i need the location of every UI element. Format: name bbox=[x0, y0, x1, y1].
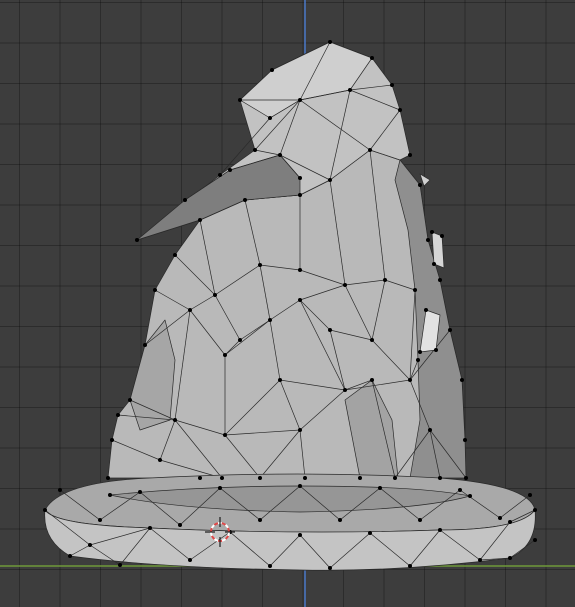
3d-viewport[interactable] bbox=[0, 0, 575, 607]
hat-shadow-left bbox=[129, 319, 176, 431]
viewport-canvas[interactable] bbox=[0, 0, 575, 607]
